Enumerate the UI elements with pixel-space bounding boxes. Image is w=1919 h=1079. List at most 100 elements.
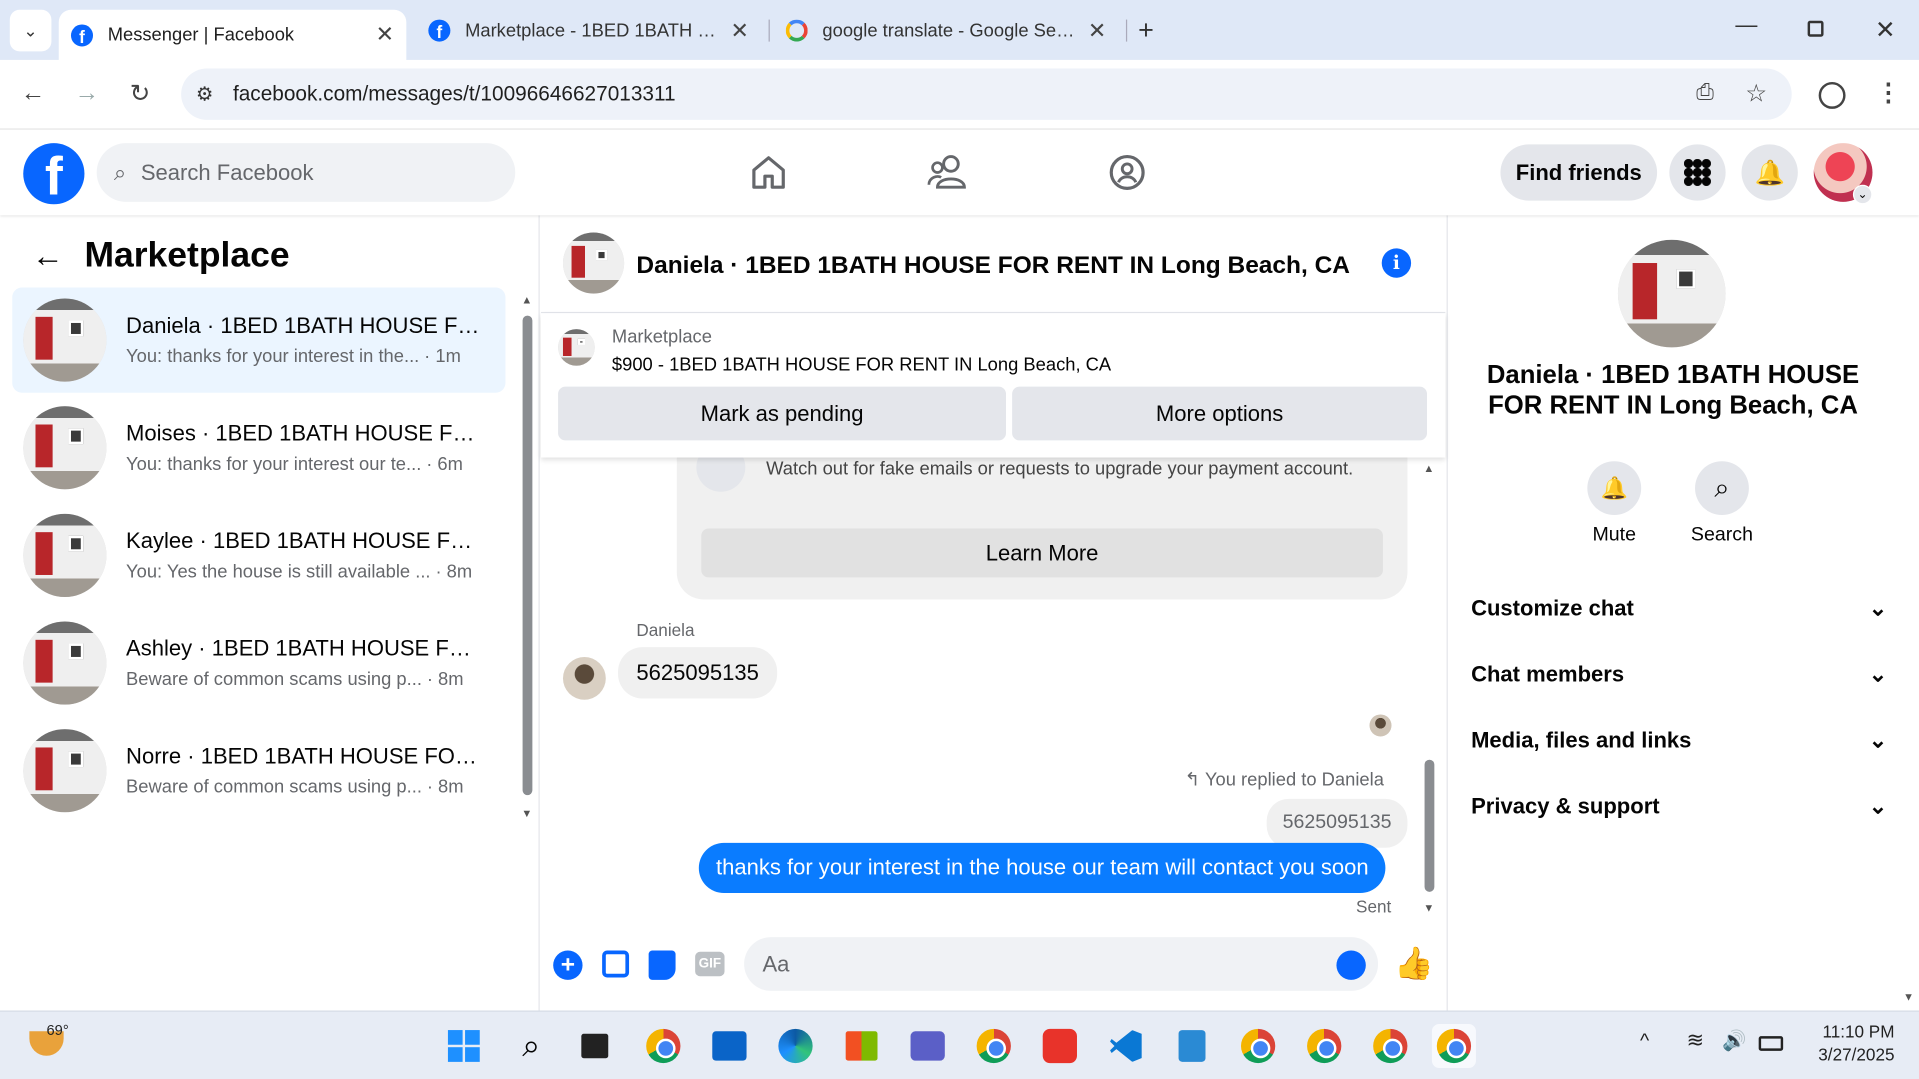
task-view-icon[interactable]: [573, 1024, 617, 1068]
bookmark-star-icon[interactable]: ☆: [1745, 78, 1767, 109]
facebook-logo[interactable]: f: [23, 143, 85, 205]
chat-title[interactable]: Daniela · 1BED 1BATH HOUSE FOR RENT IN L…: [636, 252, 1350, 280]
tab-search-button[interactable]: ⌄: [9, 9, 52, 52]
chevron-up-icon[interactable]: ^: [1640, 1031, 1649, 1053]
chrome-profile-app-icon[interactable]: [1368, 1024, 1412, 1068]
taskbar-search-icon[interactable]: ⌕: [509, 1024, 553, 1068]
new-tab-button[interactable]: +: [1138, 15, 1154, 47]
conversation-item[interactable]: Norre · 1BED 1BATH HOUSE FOR... Beware o…: [12, 718, 505, 823]
vscode-app-icon[interactable]: [1104, 1024, 1148, 1068]
scrollbar-thumb[interactable]: [1424, 759, 1435, 892]
tab-google[interactable]: google translate - Google Search ✕: [773, 10, 1118, 52]
chevron-down-icon[interactable]: ⌄: [1852, 184, 1873, 205]
photo-icon[interactable]: [602, 950, 630, 978]
page-scroll-down-icon[interactable]: ▼: [1903, 991, 1914, 1003]
search-placeholder: Search Facebook: [140, 159, 314, 185]
conversation-item[interactable]: Daniela · 1BED 1BATH HOUSE FO... You: th…: [12, 287, 506, 393]
chevron-down-icon: ⌄: [1868, 595, 1888, 620]
wifi-icon[interactable]: ≋: [1686, 1029, 1703, 1053]
chrome-profile-app-icon[interactable]: [1302, 1024, 1346, 1068]
minimize-button[interactable]: —: [1735, 12, 1757, 38]
tab-close-icon[interactable]: ✕: [731, 18, 749, 44]
tab-messenger[interactable]: f Messenger | Facebook ✕: [58, 9, 407, 60]
volume-icon[interactable]: 🔊: [1722, 1029, 1746, 1053]
site-settings-icon[interactable]: ⚙: [196, 82, 214, 106]
emoji-icon[interactable]: [1336, 950, 1366, 980]
start-button[interactable]: [442, 1024, 486, 1068]
listing-thumbnail: [23, 729, 107, 813]
quoted-message[interactable]: 5625095135: [1266, 798, 1408, 848]
wps-app-icon[interactable]: [1038, 1024, 1082, 1068]
scrollbar-thumb[interactable]: [522, 315, 533, 796]
outgoing-message[interactable]: thanks for your interest in the house ou…: [698, 842, 1386, 894]
gif-icon[interactable]: GIF: [695, 951, 725, 977]
back-arrow-icon[interactable]: ←: [32, 237, 64, 275]
notifications-button[interactable]: 🔔: [1741, 144, 1798, 201]
chrome-app-icon[interactable]: [972, 1024, 1016, 1068]
warning-text: Watch out for fake emails or requests to…: [766, 458, 1354, 480]
clock-time[interactable]: 11:10 PM: [1809, 1022, 1894, 1042]
scroll-up-icon[interactable]: ▲: [521, 294, 532, 306]
weather-temp[interactable]: 69°: [47, 1022, 69, 1039]
info-icon[interactable]: i: [1381, 248, 1412, 278]
facebook-search-input[interactable]: ⌕ Search Facebook: [96, 143, 516, 202]
clock-date[interactable]: 3/27/2025: [1799, 1045, 1894, 1065]
plus-icon[interactable]: +: [553, 950, 583, 980]
install-app-icon[interactable]: ⎙: [1696, 80, 1714, 106]
scroll-down-icon[interactable]: ▼: [1423, 902, 1434, 914]
tab-close-icon[interactable]: ✕: [376, 22, 394, 48]
more-options-button[interactable]: More options: [1012, 386, 1428, 441]
battery-icon[interactable]: [1758, 1036, 1784, 1051]
listing-title[interactable]: $900 - 1BED 1BATH HOUSE FOR RENT IN Long…: [612, 355, 1111, 376]
chat-members-section[interactable]: Chat members ⌄: [1471, 641, 1887, 707]
conversation-name: Daniela · 1BED 1BATH HOUSE FO...: [126, 313, 481, 338]
store-app-icon[interactable]: [840, 1024, 884, 1068]
facebook-icon: f: [70, 23, 94, 46]
close-window-button[interactable]: ✕: [1875, 15, 1896, 46]
address-bar[interactable]: ⚙ facebook.com/messages/t/10096646627013…: [181, 68, 1792, 120]
sender-avatar[interactable]: [562, 656, 606, 700]
chrome-profile-app-icon-active[interactable]: [1431, 1023, 1476, 1068]
menu-grid-button[interactable]: [1669, 144, 1726, 201]
conversation-item[interactable]: Kaylee · 1BED 1BATH HOUSE FO... You: Yes…: [12, 503, 505, 608]
chrome-profile-app-icon[interactable]: [1236, 1024, 1280, 1068]
tab-close-icon[interactable]: ✕: [1088, 18, 1106, 44]
back-arrow-icon[interactable]: ←: [21, 80, 45, 108]
sticker-icon[interactable]: [648, 950, 676, 980]
reload-icon[interactable]: ↻: [130, 78, 151, 109]
chrome-app-icon[interactable]: [641, 1024, 685, 1068]
media-files-section[interactable]: Media, files and links ⌄: [1471, 707, 1887, 773]
browser-toolbar: ← → ↻ ⚙ facebook.com/messages/t/10096646…: [0, 59, 1919, 130]
home-icon[interactable]: [749, 153, 788, 192]
tab-title: google translate - Google Search: [822, 20, 1075, 41]
forward-arrow-icon[interactable]: →: [75, 80, 99, 108]
outlook-app-icon[interactable]: [707, 1024, 751, 1068]
edge-app-icon[interactable]: [773, 1024, 817, 1068]
find-friends-button[interactable]: Find friends: [1500, 144, 1658, 201]
listing-thumbnail: [23, 298, 107, 382]
restore-button[interactable]: [1807, 20, 1824, 37]
customize-chat-section[interactable]: Customize chat ⌄: [1471, 575, 1887, 641]
conversation-preview: Beware of common scams using p...: [126, 776, 422, 798]
learn-more-button[interactable]: Learn More: [701, 528, 1383, 578]
groups-icon[interactable]: [1108, 153, 1147, 192]
tab-marketplace[interactable]: f Marketplace - 1BED 1BATH HOUSE FOR REN…: [416, 10, 761, 52]
friends-icon[interactable]: [926, 153, 968, 192]
incoming-message[interactable]: 5625095135: [618, 647, 778, 699]
thumbs-up-icon[interactable]: 👍: [1394, 944, 1434, 982]
conversation-item[interactable]: Moises · 1BED 1BATH HOUSE FO... You: tha…: [12, 395, 505, 500]
privacy-support-section[interactable]: Privacy & support ⌄: [1471, 773, 1887, 839]
bell-icon: 🔔: [1600, 475, 1628, 500]
conversation-item[interactable]: Ashley · 1BED 1BATH HOUSE FO... Beware o…: [12, 610, 505, 715]
menu-kebab-icon[interactable]: ⋮: [1876, 77, 1900, 108]
mute-button[interactable]: 🔔: [1587, 461, 1642, 516]
profile-icon[interactable]: [1818, 81, 1846, 109]
listing-thumbnail[interactable]: [562, 232, 625, 294]
scroll-down-icon[interactable]: ▼: [521, 807, 532, 819]
mark-pending-button[interactable]: Mark as pending: [558, 386, 1007, 441]
search-chat-button[interactable]: ⌕: [1695, 461, 1749, 516]
notepad-app-icon[interactable]: [1170, 1024, 1214, 1068]
teams-app-icon[interactable]: [906, 1024, 950, 1068]
message-input[interactable]: Aa: [744, 937, 1379, 991]
scroll-up-icon[interactable]: ▲: [1423, 462, 1434, 474]
